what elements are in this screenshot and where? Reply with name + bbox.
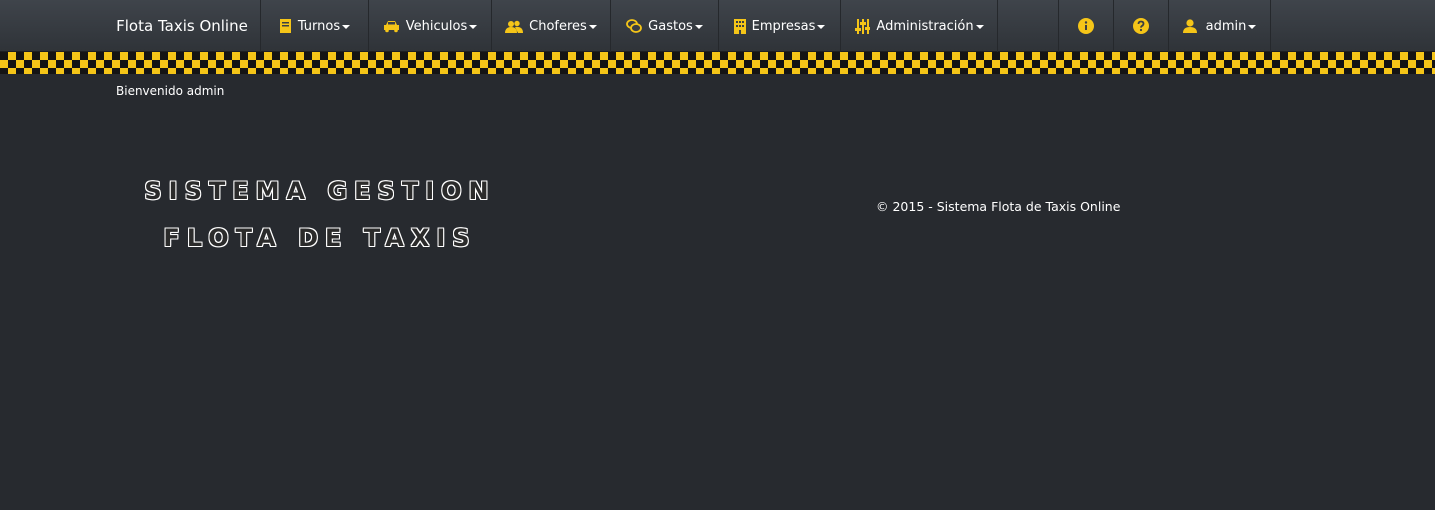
hero-line-1: SISTEMA GESTION bbox=[144, 177, 496, 205]
help-icon bbox=[1133, 18, 1149, 34]
sliders-icon bbox=[855, 18, 871, 34]
nav-menu-choferes[interactable]: Choferes bbox=[491, 0, 610, 52]
building-icon bbox=[733, 18, 746, 34]
nav-menu-gastos-label: Gastos bbox=[648, 18, 693, 34]
hero-title: SISTEMA GESTION FLOTA DE TAXIS bbox=[140, 168, 500, 262]
chevron-down-icon bbox=[588, 25, 597, 29]
nav-menu-vehiculos[interactable]: Vehiculos bbox=[368, 0, 491, 52]
brand-link[interactable]: Flota Taxis Online bbox=[104, 0, 260, 52]
nav-menu-administracion[interactable]: Administración bbox=[840, 0, 998, 52]
user-menu-label: admin bbox=[1205, 18, 1247, 34]
info-button[interactable] bbox=[1058, 0, 1113, 52]
nav-menu-gastos[interactable]: Gastos bbox=[610, 0, 718, 52]
checkered-stripe bbox=[0, 52, 1435, 74]
nav-menu-administracion-label: Administración bbox=[876, 18, 974, 34]
chevron-down-icon bbox=[694, 25, 703, 29]
nav-menu-vehiculos-label: Vehiculos bbox=[405, 18, 468, 34]
users-icon bbox=[505, 20, 524, 33]
help-button[interactable] bbox=[1113, 0, 1168, 52]
nav-menu-turnos[interactable]: Turnos bbox=[260, 0, 368, 52]
user-icon bbox=[1182, 19, 1197, 33]
car-icon bbox=[383, 20, 400, 33]
nav-menu-empresas[interactable]: Empresas bbox=[718, 0, 840, 52]
footer-copyright: © 2015 - Sistema Flota de Taxis Online bbox=[876, 199, 1121, 214]
info-icon bbox=[1078, 18, 1094, 34]
chevron-down-icon bbox=[469, 25, 478, 29]
nav-divider bbox=[997, 0, 998, 52]
nav-menu-choferes-label: Choferes bbox=[529, 18, 587, 34]
book-icon bbox=[279, 19, 292, 33]
chevron-down-icon bbox=[1248, 25, 1257, 29]
chevron-down-icon bbox=[817, 25, 826, 29]
chevron-down-icon bbox=[975, 25, 984, 29]
user-menu[interactable]: admin bbox=[1168, 0, 1271, 52]
nav-menu-empresas-label: Empresas bbox=[751, 18, 816, 34]
welcome-message: Bienvenido admin bbox=[116, 84, 225, 98]
nav-menu-turnos-label: Turnos bbox=[297, 18, 341, 34]
top-navbar: Flota Taxis Online Turnos Vehiculos Chof… bbox=[0, 0, 1435, 52]
chevron-down-icon bbox=[342, 25, 351, 29]
coins-icon bbox=[626, 19, 643, 33]
hero-line-2: FLOTA DE TAXIS bbox=[163, 224, 477, 252]
